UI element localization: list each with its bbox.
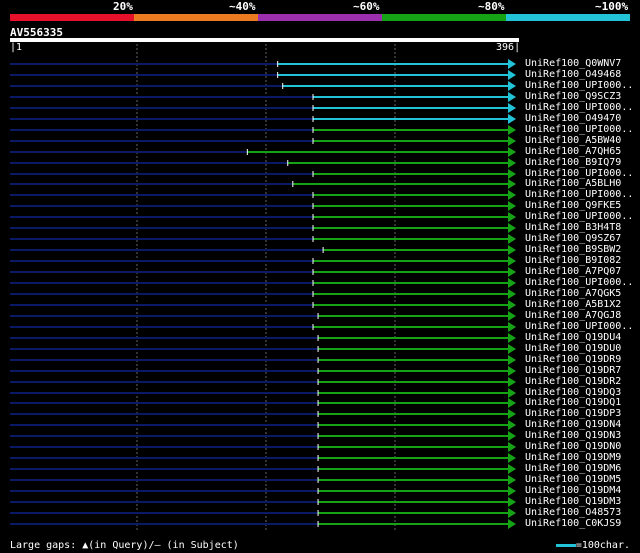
hit-label[interactable]: UniRef100_Q19DM6 (525, 463, 621, 474)
hit-arrow-icon (508, 212, 516, 222)
hit-label[interactable]: UniRef100_Q19DU0 (525, 343, 621, 354)
hit-label[interactable]: UniRef100_A7QGJ8 (525, 310, 621, 321)
hit-arrow-icon (508, 179, 516, 189)
hit-arrow-icon (508, 223, 516, 233)
hit-arrow-icon (508, 519, 516, 529)
hit-label[interactable]: UniRef100_O48573 (525, 507, 621, 518)
hit-label[interactable]: UniRef100_UPI000.. (525, 211, 633, 222)
hit-label[interactable]: UniRef100_O49470 (525, 113, 621, 124)
hit-arrow-icon (508, 322, 516, 332)
hit-arrow-icon (508, 201, 516, 211)
hit-label[interactable]: UniRef100_Q19DM5 (525, 474, 621, 485)
hit-arrow-icon (508, 300, 516, 310)
hit-arrow-icon (508, 125, 516, 135)
hit-label[interactable]: UniRef100_Q19DR2 (525, 376, 621, 387)
hit-arrow-icon (508, 114, 516, 124)
hit-arrow-icon (508, 234, 516, 244)
hit-label[interactable]: UniRef100_Q19DU4 (525, 332, 621, 343)
hit-arrow-icon (508, 497, 516, 507)
hit-arrow-icon (508, 169, 516, 179)
hit-arrow-icon (508, 136, 516, 146)
hit-label[interactable]: UniRef100_Q19DQ1 (525, 397, 621, 408)
hit-label[interactable]: UniRef100_UPI000.. (525, 189, 633, 200)
hit-label[interactable]: UniRef100_B3H4T8 (525, 222, 621, 233)
hit-arrow-icon (508, 475, 516, 485)
hit-label[interactable]: UniRef100_Q19DR7 (525, 365, 621, 376)
hit-arrow-icon (508, 366, 516, 376)
hit-arrow-icon (508, 431, 516, 441)
hit-arrow-icon (508, 147, 516, 157)
hit-label[interactable]: UniRef100_Q19DN0 (525, 441, 621, 452)
hit-label[interactable]: UniRef100_Q19DN4 (525, 419, 621, 430)
hit-label[interactable]: UniRef100_UPI000.. (525, 321, 633, 332)
hit-arrow-icon (508, 256, 516, 266)
hit-label[interactable]: UniRef100_A7QH65 (525, 146, 621, 157)
hit-arrow-icon (508, 59, 516, 69)
hit-arrow-icon (508, 464, 516, 474)
hit-label[interactable]: UniRef100_Q9SZ67 (525, 233, 621, 244)
hit-label[interactable]: UniRef100_O49468 (525, 69, 621, 80)
scale-legend: =100char. (555, 540, 630, 551)
hit-arrow-icon (508, 81, 516, 91)
hit-arrow-icon (508, 103, 516, 113)
hit-label[interactable]: UniRef100_A7QGK5 (525, 288, 621, 299)
hit-arrow-icon (508, 158, 516, 168)
hit-label[interactable]: UniRef100_Q19DN3 (525, 430, 621, 441)
hit-label[interactable]: UniRef100_Q19DM9 (525, 452, 621, 463)
hit-arrow-icon (508, 453, 516, 463)
hit-arrow-icon (508, 333, 516, 343)
hit-arrow-icon (508, 245, 516, 255)
hit-arrow-icon (508, 508, 516, 518)
hit-arrow-icon (508, 190, 516, 200)
hit-arrow-icon (508, 398, 516, 408)
hit-label[interactable]: UniRef100_A5B1X2 (525, 299, 621, 310)
hit-label[interactable]: UniRef100_UPI000.. (525, 277, 633, 288)
hit-arrow-icon (508, 377, 516, 387)
hit-label[interactable]: UniRef100_Q9FKE5 (525, 200, 621, 211)
hit-label[interactable]: UniRef100_B9I082 (525, 255, 621, 266)
hit-label[interactable]: UniRef100_C0KJS9 (525, 518, 621, 529)
hit-arrow-icon (508, 289, 516, 299)
hit-label[interactable]: UniRef100_Q19DP3 (525, 408, 621, 419)
hit-label[interactable]: UniRef100_B9SBW2 (525, 244, 621, 255)
hit-label[interactable]: UniRef100_Q19DM4 (525, 485, 621, 496)
hit-arrow-icon (508, 70, 516, 80)
hit-arrow-icon (508, 311, 516, 321)
hit-arrow-icon (508, 92, 516, 102)
hit-label[interactable]: UniRef100_Q9SCZ3 (525, 91, 621, 102)
hit-arrow-icon (508, 388, 516, 398)
hit-label[interactable]: UniRef100_Q0WNV7 (525, 58, 621, 69)
hit-label[interactable]: UniRef100_Q19DM3 (525, 496, 621, 507)
hit-label[interactable]: UniRef100_B9IQ79 (525, 157, 621, 168)
hit-arrow-icon (508, 344, 516, 354)
hit-label[interactable]: UniRef100_Q19DR9 (525, 354, 621, 365)
hit-arrow-icon (508, 267, 516, 277)
hit-label[interactable]: UniRef100_UPI000.. (525, 102, 633, 113)
hit-arrow-icon (508, 278, 516, 288)
large-gaps-note: Large gaps: ▲(in Query)/– (in Subject) (10, 540, 239, 551)
hit-label[interactable]: UniRef100_A5BW40 (525, 135, 621, 146)
hit-label[interactable]: UniRef100_A7PQ07 (525, 266, 621, 277)
hit-arrow-icon (508, 355, 516, 365)
hit-arrow-icon (508, 420, 516, 430)
hit-label[interactable]: UniRef100_UPI000.. (525, 124, 633, 135)
hit-arrow-icon (508, 409, 516, 419)
hit-arrow-icon (508, 486, 516, 496)
hit-label[interactable]: UniRef100_UPI000.. (525, 80, 633, 91)
hit-label[interactable]: UniRef100_A5BLH0 (525, 178, 621, 189)
hit-arrow-icon (508, 442, 516, 452)
scale-bar-icon (555, 543, 576, 547)
scale-legend-text: =100char. (575, 540, 630, 551)
